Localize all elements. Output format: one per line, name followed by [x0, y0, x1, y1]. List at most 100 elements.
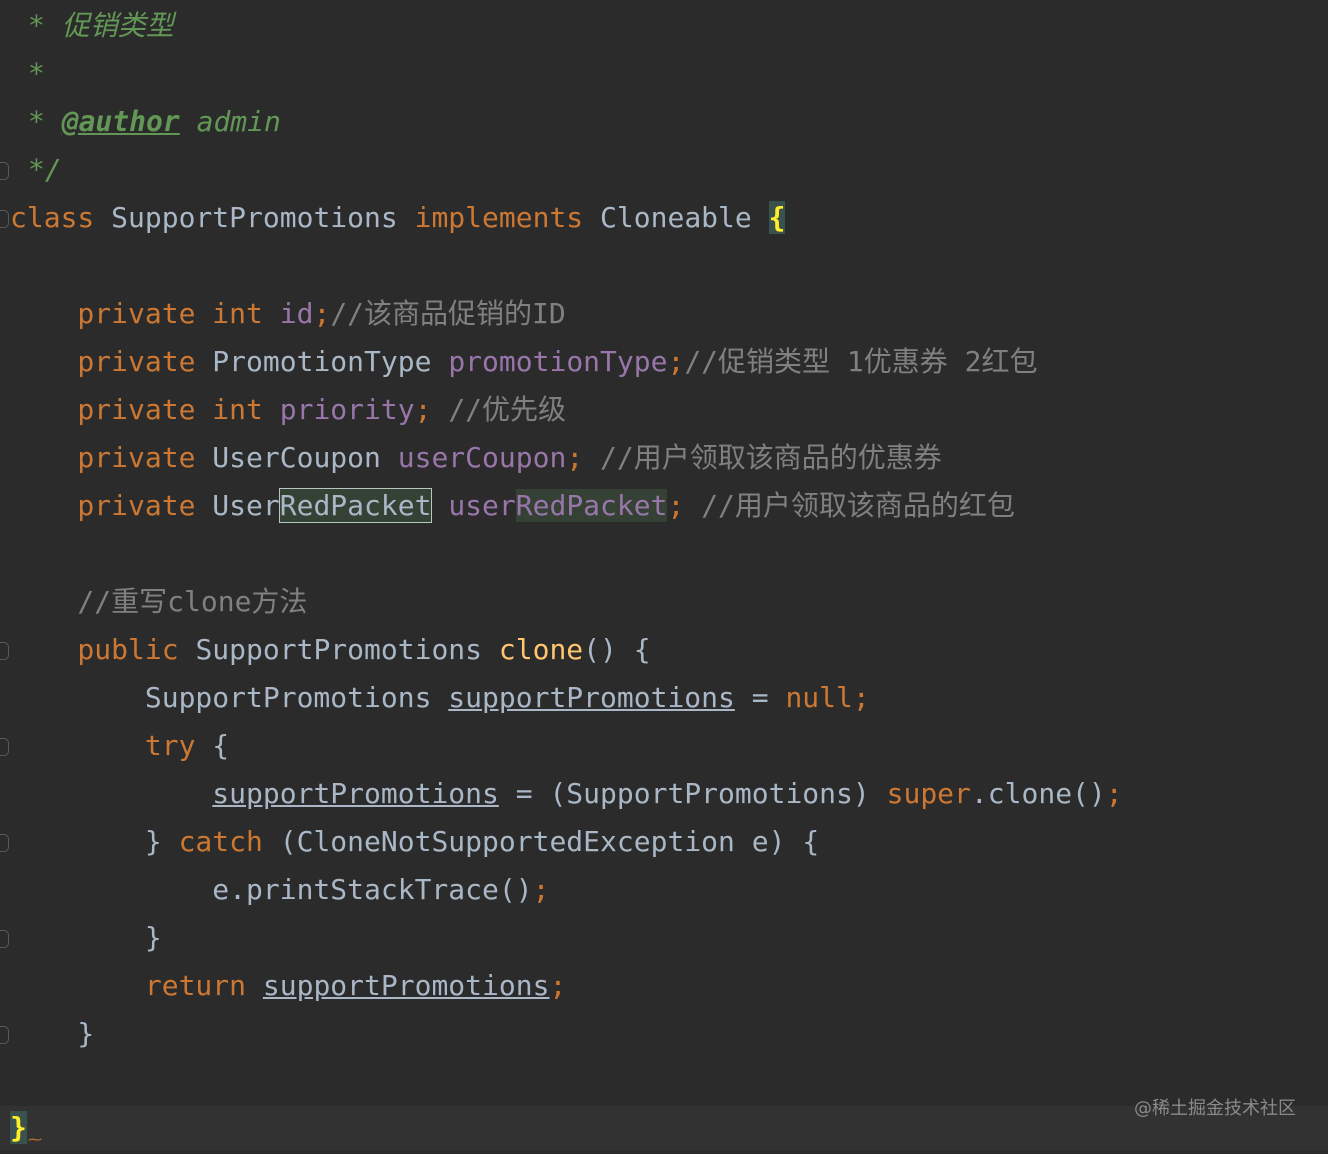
code-line[interactable]: private UserRedPacket userRedPacket; //用…	[10, 482, 1015, 530]
code-token: //用户领取该商品的红包	[701, 489, 1015, 522]
code-token: supportPromotions	[448, 681, 735, 714]
code-line[interactable]: return supportPromotions;	[10, 962, 566, 1010]
code-token: Cloneable	[583, 201, 769, 234]
code-token: ;	[1105, 777, 1123, 810]
code-token: //该商品促销的ID	[330, 297, 566, 330]
code-token: admin	[179, 105, 281, 138]
code-token: .clone()	[970, 777, 1106, 810]
code-token: e.printStackTrace()	[10, 873, 533, 906]
code-token: ;	[532, 873, 550, 906]
code-line[interactable]: *	[28, 50, 45, 98]
code-token: () {	[583, 633, 651, 666]
code-token: super	[886, 777, 971, 810]
fold-marker-icon[interactable]	[0, 930, 9, 948]
fold-marker-icon[interactable]	[0, 210, 9, 228]
code-token: //优先级	[448, 393, 567, 426]
code-token: int	[212, 393, 280, 426]
code-token: private	[10, 345, 213, 378]
code-token: private	[10, 441, 213, 474]
code-token: supportPromotions	[212, 777, 499, 810]
code-token: SupportPromotions	[195, 633, 499, 666]
error-squiggle-icon: ⁓	[28, 1132, 42, 1148]
code-token: user	[448, 489, 516, 522]
code-editor[interactable]: * 促销类型 * * @author admin */class SupportPro…	[0, 0, 1328, 1150]
code-token: UserCoupon	[212, 441, 398, 474]
code-token: promotionType	[448, 345, 668, 378]
code-token: =	[734, 681, 786, 714]
code-token: id	[279, 297, 314, 330]
code-token: }	[10, 1111, 27, 1144]
watermark: @稀土掘金技术社区	[1134, 1098, 1296, 1119]
fold-marker-icon[interactable]	[0, 162, 9, 180]
code-token: (CloneNotSupportedException e) {	[279, 825, 820, 858]
code-line[interactable]: }	[10, 1106, 27, 1154]
code-line[interactable]: * 促销类型	[28, 2, 174, 50]
code-token: supportPromotions	[262, 969, 550, 1002]
code-line[interactable]: //重写clone方法	[10, 578, 307, 626]
code-token: catch	[178, 825, 280, 858]
code-token: *	[28, 9, 62, 42]
code-token: ;	[667, 345, 685, 378]
code-line[interactable]: } catch (CloneNotSupportedException e) {	[10, 818, 819, 866]
code-token: }	[10, 1017, 95, 1050]
code-token: class	[10, 201, 95, 234]
code-token: private	[10, 393, 213, 426]
code-token: @author	[61, 105, 180, 138]
code-line[interactable]: private int priority; //优先级	[10, 386, 566, 434]
code-token: ;	[852, 681, 870, 714]
code-token: }	[10, 921, 162, 954]
code-token: null	[785, 681, 853, 714]
fold-marker-icon[interactable]	[0, 834, 9, 852]
code-token: ;	[549, 969, 567, 1002]
code-token: PromotionType	[212, 345, 449, 378]
fold-marker-icon[interactable]	[0, 642, 9, 660]
code-line[interactable]: private UserCoupon userCoupon; //用户领取该商品…	[10, 434, 942, 482]
code-line[interactable]: */	[28, 146, 62, 194]
code-token: SupportPromotions	[94, 201, 415, 234]
code-line[interactable]: SupportPromotions supportPromotions = nu…	[10, 674, 870, 722]
code-line[interactable]: private PromotionType promotionType;//促销…	[10, 338, 1037, 386]
code-token: *	[28, 105, 62, 138]
code-line[interactable]: supportPromotions = (SupportPromotions) …	[10, 770, 1123, 818]
code-token: {	[768, 201, 786, 234]
code-token: private	[10, 489, 213, 522]
code-token: */	[28, 153, 62, 186]
code-token: ;	[313, 297, 331, 330]
code-token: private	[10, 297, 213, 330]
fold-marker-icon[interactable]	[0, 1026, 9, 1044]
code-token: //促销类型 1优惠券 2红包	[684, 345, 1038, 378]
code-token: 促销类型	[61, 9, 174, 42]
code-token: userCoupon	[397, 441, 567, 474]
code-line[interactable]: e.printStackTrace();	[10, 866, 549, 914]
code-line[interactable]: try {	[10, 722, 229, 770]
code-token: //用户领取该商品的优惠券	[600, 441, 942, 474]
code-token: ;	[667, 489, 702, 522]
code-token: {	[212, 729, 230, 762]
current-line-highlight	[0, 1106, 1328, 1150]
code-line[interactable]: }	[10, 914, 162, 962]
code-line[interactable]: private int id;//该商品促销的ID	[10, 290, 566, 338]
code-token: ;	[566, 441, 601, 474]
code-token: ;	[414, 393, 449, 426]
code-token: *	[28, 57, 45, 90]
code-line[interactable]: public SupportPromotions clone() {	[10, 626, 651, 674]
code-token: public	[10, 633, 196, 666]
code-token: int	[212, 297, 280, 330]
code-line[interactable]: * @author admin	[28, 98, 281, 146]
code-token: //重写clone方法	[10, 585, 308, 618]
code-token: implements	[414, 201, 584, 234]
code-token: User	[212, 489, 280, 522]
code-token: RedPacket	[278, 488, 433, 523]
code-token: RedPacket	[515, 489, 668, 522]
code-token: try	[10, 729, 213, 762]
code-token: }	[10, 825, 179, 858]
code-line[interactable]: }	[10, 1010, 94, 1058]
code-token: return	[10, 969, 263, 1002]
fold-marker-icon[interactable]	[0, 738, 9, 756]
code-token: SupportPromotions	[10, 681, 449, 714]
code-token: priority	[279, 393, 415, 426]
code-token: clone	[498, 633, 584, 666]
code-line[interactable]: class SupportPromotions implements Clone…	[10, 194, 786, 242]
